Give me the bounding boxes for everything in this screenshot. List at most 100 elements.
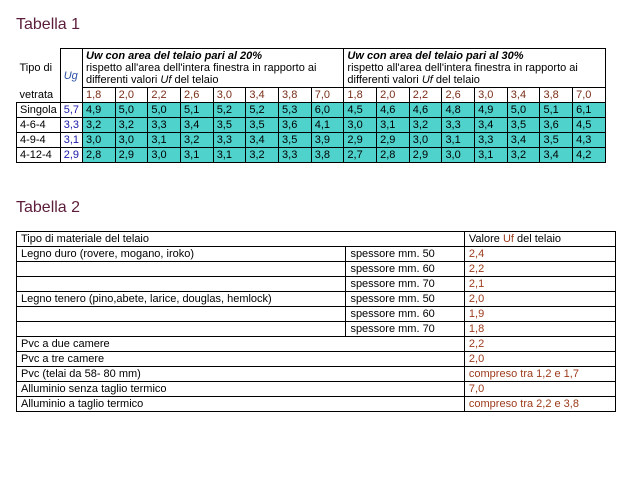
uw-value: 5,0 bbox=[148, 103, 181, 118]
uw-value: 3,2 bbox=[507, 148, 540, 163]
uw-value: 4,5 bbox=[573, 118, 606, 133]
uw-value: 4,1 bbox=[311, 118, 344, 133]
rowheader-vetrata: vetrata bbox=[17, 88, 61, 103]
uf-value: compreso tra 2,2 e 3,8 bbox=[464, 397, 615, 412]
uw-value: 3,2 bbox=[83, 118, 116, 133]
material-cell: Legno tenero (pino,abete, larice, dougla… bbox=[17, 292, 346, 307]
uw-value: 3,1 bbox=[442, 133, 475, 148]
glazing-type: 4-9-4 bbox=[17, 133, 61, 148]
material-cell: Alluminio senza taglio termico bbox=[17, 382, 465, 397]
uw-value: 5,2 bbox=[246, 103, 279, 118]
uw-value: 3,1 bbox=[377, 118, 410, 133]
uw-value: 3,3 bbox=[213, 133, 246, 148]
thickness-cell: spessore mm. 70 bbox=[346, 322, 464, 337]
uw-value: 2,8 bbox=[377, 148, 410, 163]
table-row: Alluminio a taglio termicocompreso tra 2… bbox=[17, 397, 616, 412]
glazing-type: Singola bbox=[17, 103, 61, 118]
uf-col: 2,6 bbox=[181, 88, 214, 103]
uf-col: 2,0 bbox=[377, 88, 410, 103]
uw-value: 3,1 bbox=[475, 148, 508, 163]
uw-value: 4,2 bbox=[573, 148, 606, 163]
uw-value: 4,5 bbox=[344, 103, 377, 118]
uf-col: 2,2 bbox=[148, 88, 181, 103]
uw-value: 3,5 bbox=[246, 118, 279, 133]
t2-header-material: Tipo di materiale del telaio bbox=[17, 232, 465, 247]
uf-col: 2,6 bbox=[442, 88, 475, 103]
uf-value: 7,0 bbox=[464, 382, 615, 397]
uw-value: 2,7 bbox=[344, 148, 377, 163]
uf-value: 1,9 bbox=[464, 307, 615, 322]
uw-value: 2,9 bbox=[409, 148, 442, 163]
table1: Tipo di Ug Uw con area del telaio pari a… bbox=[16, 48, 616, 163]
uf-value: 2,2 bbox=[464, 262, 615, 277]
uw-value: 3,4 bbox=[475, 118, 508, 133]
table-row: Pvc (telai da 58- 80 mm)compreso tra 1,2… bbox=[17, 367, 616, 382]
uw-value: 3,2 bbox=[181, 133, 214, 148]
uw-value: 3,3 bbox=[279, 148, 312, 163]
table-row: spessore mm. 702,1 bbox=[17, 277, 616, 292]
uw-value: 4,8 bbox=[442, 103, 475, 118]
uf-col: 1,8 bbox=[344, 88, 377, 103]
uw-value: 3,3 bbox=[148, 118, 181, 133]
uw-value: 3,8 bbox=[311, 148, 344, 163]
material-cell: Legno duro (rovere, mogano, iroko) bbox=[17, 247, 346, 262]
uw-value: 3,3 bbox=[442, 118, 475, 133]
uw-value: 3,2 bbox=[246, 148, 279, 163]
uw-value: 3,4 bbox=[540, 148, 573, 163]
header-30pct: Uw con area del telaio pari al 30%rispet… bbox=[344, 49, 605, 88]
uf-value: 2,0 bbox=[464, 352, 615, 367]
thickness-cell: spessore mm. 70 bbox=[346, 277, 464, 292]
uw-value: 3,6 bbox=[279, 118, 312, 133]
uw-value: 5,0 bbox=[507, 103, 540, 118]
uw-value: 3,4 bbox=[246, 133, 279, 148]
uw-value: 5,0 bbox=[115, 103, 148, 118]
glazing-type: 4-12-4 bbox=[17, 148, 61, 163]
uw-value: 5,1 bbox=[540, 103, 573, 118]
ug-value: 2,9 bbox=[60, 148, 82, 163]
material-cell: Pvc a tre camere bbox=[17, 352, 465, 367]
table-row: Alluminio senza taglio termico7,0 bbox=[17, 382, 616, 397]
uw-value: 6,1 bbox=[573, 103, 606, 118]
table2: Tipo di materiale del telaio Valore Uf d… bbox=[16, 231, 616, 412]
table-row: Legno duro (rovere, mogano, iroko)spesso… bbox=[17, 247, 616, 262]
table-row: spessore mm. 601,9 bbox=[17, 307, 616, 322]
material-cell bbox=[17, 322, 346, 337]
thickness-cell: spessore mm. 50 bbox=[346, 247, 464, 262]
t2-header-uf: Valore Uf del telaio bbox=[464, 232, 615, 247]
table-row: Singola5,74,95,05,05,15,25,25,36,04,54,6… bbox=[17, 103, 616, 118]
uw-value: 4,9 bbox=[83, 103, 116, 118]
glazing-type: 4-6-4 bbox=[17, 118, 61, 133]
uf-value: 2,2 bbox=[464, 337, 615, 352]
uw-value: 3,4 bbox=[181, 118, 214, 133]
uw-value: 3,0 bbox=[344, 118, 377, 133]
uw-value: 2,9 bbox=[344, 133, 377, 148]
table1-title: Tabella 1 bbox=[16, 16, 616, 34]
thickness-cell: spessore mm. 60 bbox=[346, 307, 464, 322]
uw-value: 3,0 bbox=[442, 148, 475, 163]
uw-value: 3,0 bbox=[148, 148, 181, 163]
table-row: 4-12-42,92,82,93,03,13,13,23,33,82,72,82… bbox=[17, 148, 616, 163]
uf-col: 3,8 bbox=[279, 88, 312, 103]
table-row: Pvc a tre camere2,0 bbox=[17, 352, 616, 367]
uw-value: 4,9 bbox=[475, 103, 508, 118]
uf-col: 3,0 bbox=[213, 88, 246, 103]
table-row: spessore mm. 602,2 bbox=[17, 262, 616, 277]
material-cell bbox=[17, 262, 346, 277]
material-cell: Pvc (telai da 58- 80 mm) bbox=[17, 367, 465, 382]
uw-value: 5,2 bbox=[213, 103, 246, 118]
table-row: Legno tenero (pino,abete, larice, dougla… bbox=[17, 292, 616, 307]
uw-value: 3,2 bbox=[409, 118, 442, 133]
uf-col: 3,8 bbox=[540, 88, 573, 103]
uw-value: 3,1 bbox=[213, 148, 246, 163]
uw-value: 3,0 bbox=[409, 133, 442, 148]
uf-value: 2,0 bbox=[464, 292, 615, 307]
uw-value: 3,2 bbox=[115, 118, 148, 133]
uw-value: 3,3 bbox=[475, 133, 508, 148]
uw-value: 4,6 bbox=[377, 103, 410, 118]
uw-value: 3,5 bbox=[507, 118, 540, 133]
thickness-cell: spessore mm. 60 bbox=[346, 262, 464, 277]
uw-value: 3,0 bbox=[115, 133, 148, 148]
uf-col: 7,0 bbox=[573, 88, 606, 103]
uw-value: 3,0 bbox=[83, 133, 116, 148]
material-cell bbox=[17, 277, 346, 292]
